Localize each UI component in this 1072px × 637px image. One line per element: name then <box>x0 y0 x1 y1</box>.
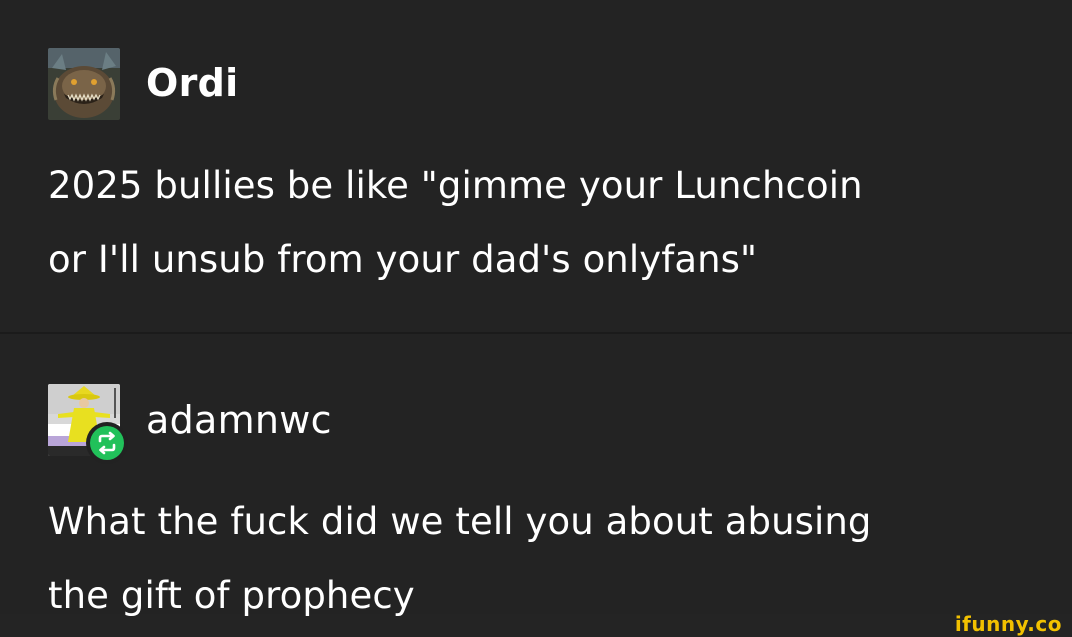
ifunny-watermark: ifunny.co <box>954 612 1062 636</box>
post-body-text: 2025 bullies be like "gimme your Lunchco… <box>48 164 863 281</box>
reblog-badge <box>86 422 128 464</box>
username-ordi[interactable]: Ordi <box>146 64 238 102</box>
dragon-avatar-icon[interactable] <box>48 48 120 120</box>
reblog-body-text: What the fuck did we tell you about abus… <box>48 500 872 617</box>
reblog-icon <box>90 426 124 460</box>
username-adamnwc[interactable]: adamnwc <box>146 401 332 439</box>
